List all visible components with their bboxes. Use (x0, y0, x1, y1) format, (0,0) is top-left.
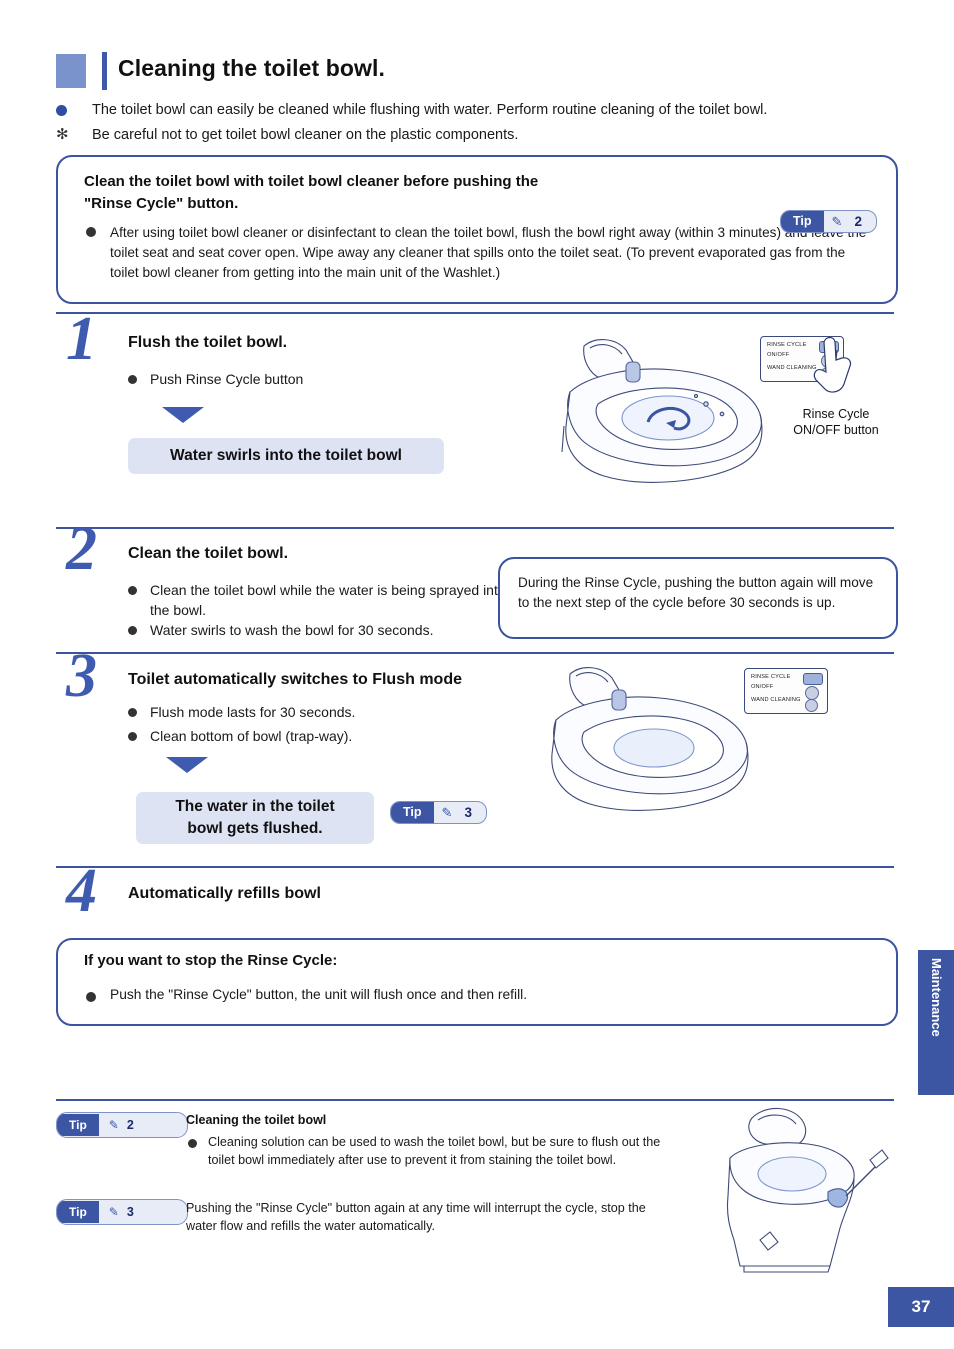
remote-label-onoff: ON/OFF (751, 684, 774, 690)
asterisk-icon: ✻ (56, 126, 69, 143)
bullet-icon (86, 227, 96, 237)
caption-rinse-cycle-button: Rinse Cycle ON/OFF button (760, 406, 912, 438)
bullet-icon (128, 732, 137, 741)
step-title-3: Toilet automatically switches to Flush m… (128, 671, 462, 688)
notice-body-text: After using toilet bowl cleaner or disin… (110, 225, 867, 280)
bottom-tip-pill-3[interactable]: Tip ✎ 3 (56, 1199, 188, 1225)
result-box-1-text: Water swirls into the toilet bowl (170, 447, 402, 464)
result-box-3-text: The water in the toilet bowl gets flushe… (175, 796, 334, 840)
callout-step-2-text: During the Rinse Cycle, pushing the butt… (518, 575, 874, 610)
tip-label: Tip (781, 211, 824, 232)
step-title-4: Automatically refills bowl (128, 885, 321, 902)
tip-label: Tip (391, 802, 434, 823)
bottom-tip-2-heading: Cleaning the toilet bowl (186, 1113, 327, 1127)
bullet-icon (86, 992, 96, 1002)
tip-number: 3 (126, 1205, 134, 1219)
step-number-4: 4 (66, 857, 97, 925)
step-number-2: 2 (66, 515, 97, 583)
step-number-1: 1 (66, 305, 97, 373)
intro-block: The toilet bowl can easily be cleaned wh… (56, 100, 906, 150)
notice-heading-line1: Clean the toilet bowl with toilet bowl c… (84, 173, 539, 190)
remote-panel-2: RINSE CYCLE ON/OFF WAND CLEANING (744, 668, 828, 714)
remote-label-rinse-cycle: RINSE CYCLE (767, 342, 807, 348)
tip-number: 3 (464, 805, 472, 820)
title-vertical-bar (102, 52, 107, 90)
illustration-step-3 (540, 660, 890, 840)
tip-label: Tip (57, 1201, 99, 1223)
stop-rinse-cycle-box: If you want to stop the Rinse Cycle: Pus… (56, 938, 898, 1026)
page-number: 37 (888, 1287, 954, 1327)
pen-icon: ✎ (108, 1118, 119, 1132)
pen-icon: ✎ (441, 804, 453, 820)
bullet-icon (128, 586, 137, 595)
step-1-item-0: Push Rinse Cycle button (128, 369, 470, 389)
caption-line2: ON/OFF button (793, 423, 879, 437)
pen-icon: ✎ (108, 1205, 119, 1219)
bottom-tip-pill-2[interactable]: Tip ✎ 2 (56, 1112, 188, 1138)
title-square-icon (56, 54, 94, 88)
intro-bullet-text: The toilet bowl can easily be cleaned wh… (92, 102, 768, 118)
tip-number: 2 (126, 1118, 134, 1132)
divider (56, 527, 894, 529)
flow-arrow-down-icon (166, 757, 208, 773)
onoff-button[interactable] (805, 686, 819, 700)
step-2-item-0: Clean the toilet bowl while the water is… (128, 580, 520, 620)
stop-box-heading: If you want to stop the Rinse Cycle: (84, 952, 338, 969)
step-3-item-1: Clean bottom of bowl (trap-way). (128, 726, 530, 746)
step-2-item-1-text: Water swirls to wash the bowl for 30 sec… (150, 622, 434, 638)
step-title-1: Flush the toilet bowl. (128, 334, 288, 351)
step-2-item-1: Water swirls to wash the bowl for 30 sec… (128, 620, 520, 640)
illustration-bottom-cleaning (700, 1100, 890, 1280)
tip-number: 2 (854, 214, 862, 229)
bottom-tip-3-text: Pushing the "Rinse Cycle" button again a… (186, 1201, 646, 1233)
bullet-icon (128, 375, 137, 384)
page-title: Cleaning the toilet bowl. (118, 55, 385, 81)
remote-label-wand-cleaning: WAND CLEANING (751, 697, 801, 703)
step-3-item-1-text: Clean bottom of bowl (trap-way). (150, 728, 353, 744)
step-3-item-0-text: Flush mode lasts for 30 seconds. (150, 704, 356, 720)
intro-note-line: ✻ Be careful not to get toilet bowl clea… (56, 125, 906, 146)
toilet-with-brush-drawing (726, 1107, 889, 1273)
manual-page: Cleaning the toilet bowl. The toilet bow… (0, 0, 954, 1349)
toilet-flush-drawing (551, 667, 749, 811)
tip-pill-2[interactable]: Tip ✎ 2 (780, 210, 877, 233)
tip-pill-3[interactable]: Tip ✎ 3 (390, 801, 487, 824)
flow-arrow-down-icon (162, 407, 204, 423)
result-box-1: Water swirls into the toilet bowl (128, 438, 444, 474)
result-box-3: The water in the toilet bowl gets flushe… (136, 792, 374, 844)
caption-line1: Rinse Cycle (802, 407, 870, 421)
tip-label: Tip (57, 1114, 99, 1136)
remote-label-rinse-cycle: RINSE CYCLE (751, 674, 791, 680)
bullet-icon (128, 708, 137, 717)
divider (56, 312, 894, 314)
side-tab-maintenance: Maintenance (918, 950, 954, 1095)
stop-box-text: Push the "Rinse Cycle" button, the unit … (110, 987, 528, 1002)
bullet-icon (128, 626, 137, 635)
step-2-item-0-text: Clean the toilet bowl while the water is… (150, 582, 506, 618)
bullet-icon (56, 105, 67, 116)
step-number-3: 3 (66, 642, 97, 710)
result-box-3-line2: bowl gets flushed. (187, 820, 323, 837)
notice-heading-line2: "Rinse Cycle" button. (84, 195, 239, 212)
notice-heading: Clean the toilet bowl with toilet bowl c… (84, 171, 784, 215)
bullet-icon (188, 1139, 197, 1148)
wand-cleaning-button[interactable] (805, 699, 818, 712)
page-title-row: Cleaning the toilet bowl. (56, 52, 896, 92)
intro-note-text: Be careful not to get toilet bowl cleane… (92, 127, 519, 143)
divider (56, 652, 894, 654)
step-1-item-0-text: Push Rinse Cycle button (150, 371, 304, 387)
step-title-2: Clean the toilet bowl. (128, 545, 289, 562)
step-3-item-0: Flush mode lasts for 30 seconds. (128, 702, 530, 722)
result-box-3-line1: The water in the toilet (175, 798, 335, 815)
bottom-tip-2-text: Cleaning solution can be used to wash th… (208, 1135, 661, 1167)
rinse-cycle-button[interactable] (803, 673, 823, 685)
side-tab-label: Maintenance (929, 958, 944, 1037)
callout-step-2: During the Rinse Cycle, pushing the butt… (498, 557, 898, 639)
pen-icon: ✎ (831, 213, 843, 229)
notice-box: Clean the toilet bowl with toilet bowl c… (56, 155, 898, 304)
intro-bullet-line: The toilet bowl can easily be cleaned wh… (56, 100, 906, 121)
hand-pointer-icon (813, 336, 852, 393)
divider (56, 866, 894, 868)
remote-label-onoff: ON/OFF (767, 352, 790, 358)
